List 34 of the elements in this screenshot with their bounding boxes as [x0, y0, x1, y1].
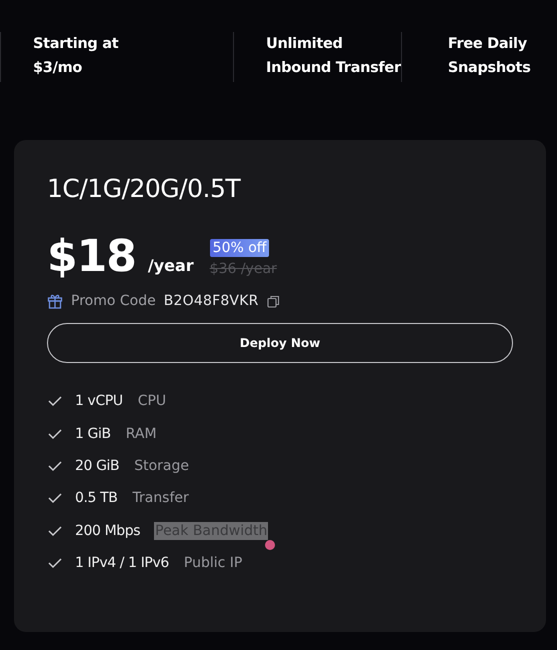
copy-icon[interactable] — [266, 294, 280, 308]
spec-label: Transfer — [131, 489, 190, 508]
spec-value: 1 GiB — [75, 426, 111, 442]
check-icon — [47, 428, 63, 440]
check-icon — [47, 557, 63, 570]
promo-label: Promo Code — [71, 293, 156, 309]
deploy-button[interactable]: Deploy Now — [47, 323, 513, 363]
check-icon — [47, 524, 63, 537]
price-period: /year — [148, 256, 194, 275]
feature-text: $3/mo — [33, 59, 82, 78]
price: $18 — [47, 235, 136, 279]
feature-text: Unlimited — [266, 35, 343, 54]
selection-handle[interactable] — [265, 540, 275, 550]
spec-label: Public IP — [182, 554, 244, 572]
plan-name: 1C/1G/20G/0.5T — [47, 174, 240, 203]
spec-value: 20 GiB — [75, 458, 120, 474]
spec-value: 200 Mbps — [75, 522, 140, 539]
check-icon — [47, 395, 63, 408]
spec-value: 1 IPv4 / 1 IPv6 — [75, 555, 169, 572]
promo-code: B2O48F8VKR — [164, 293, 259, 309]
spec-label: RAM — [124, 424, 158, 443]
feature-text: Snapshots — [448, 59, 531, 78]
spec-label: CPU — [136, 392, 168, 410]
gift-icon — [47, 293, 63, 309]
check-icon — [47, 460, 63, 472]
spec-label: Storage — [133, 456, 190, 475]
feature-text: Starting at — [33, 35, 118, 54]
discount-badge: 50% off — [210, 239, 270, 257]
check-icon — [47, 492, 63, 504]
feature-text: Inbound Transfer — [266, 59, 401, 78]
spec-value: 0.5 TB — [75, 490, 118, 506]
spec-value: 1 vCPU — [75, 393, 123, 410]
original-price: $36 /year — [210, 261, 277, 277]
feature-text: Free Daily — [448, 35, 527, 54]
